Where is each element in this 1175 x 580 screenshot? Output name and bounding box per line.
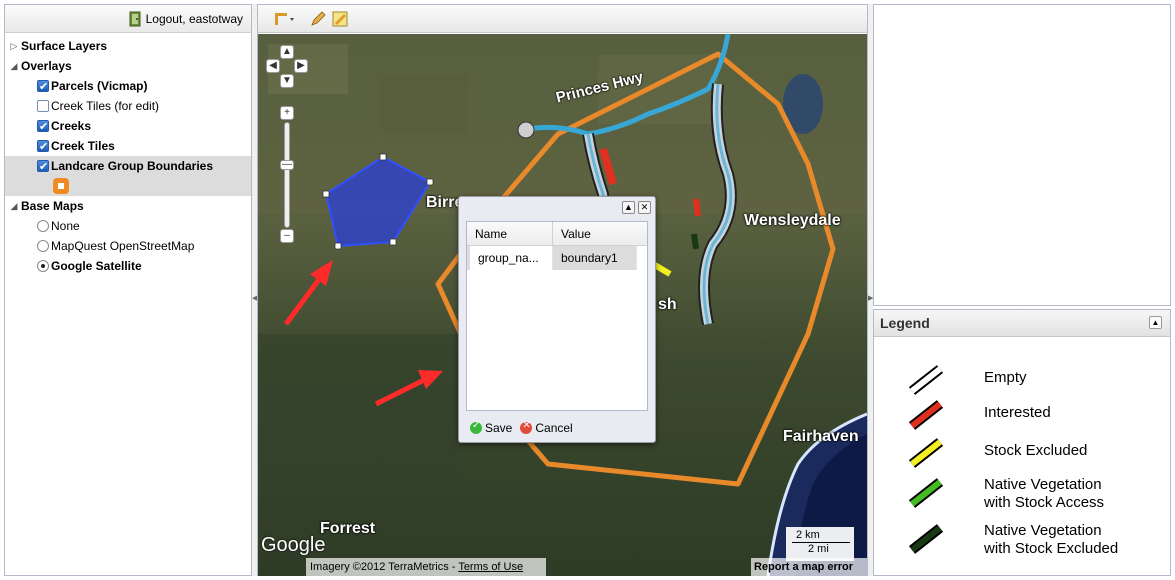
cell-value[interactable]: boundary1: [553, 246, 637, 270]
basemap-label: MapQuest OpenStreetMap: [51, 239, 195, 253]
cell-name: group_na...: [467, 246, 553, 270]
legend-swatch-empty: [908, 365, 944, 395]
info-panel: [873, 4, 1171, 306]
layer-panel-toolbar: Logout, eastotway: [5, 5, 251, 33]
expand-arrow-icon[interactable]: ▷: [9, 36, 19, 56]
zoom-slider-track[interactable]: [284, 122, 290, 228]
save-button[interactable]: ✓ Save: [470, 420, 513, 435]
overlay-label: Parcels (Vicmap): [51, 79, 148, 93]
legend-label: Empty: [984, 369, 1027, 386]
place-label: sh: [658, 296, 677, 313]
collapse-arrow-icon[interactable]: ◢: [9, 196, 19, 216]
tree-label-overlays: Overlays: [21, 59, 72, 73]
checkbox[interactable]: [37, 100, 49, 112]
cancel-icon: ✕: [520, 420, 533, 434]
legend-collapse-button[interactable]: ▲: [1149, 316, 1162, 329]
scale-mi-label: 2 mi: [808, 543, 829, 555]
overlay-creek-tiles[interactable]: Creek Tiles: [5, 136, 251, 157]
cancel-label: Cancel: [535, 421, 573, 435]
overlay-creeks[interactable]: Creeks: [5, 116, 251, 137]
cancel-button[interactable]: ✕ Cancel: [520, 420, 573, 435]
overlay-label: Creek Tiles (for edit): [51, 99, 160, 113]
zoom-out-button[interactable]: –: [280, 229, 294, 243]
feature-attribute-popup: ▲ ✕ Name Value group_na... boundary1 ✓ S…: [458, 196, 656, 443]
layer-style-icon: [53, 178, 69, 194]
legend-header: Legend ▲: [874, 310, 1170, 337]
pan-left-button[interactable]: ◀: [266, 59, 280, 73]
legend-label: Interested: [984, 404, 1051, 421]
legend-swatch-interested: [908, 400, 944, 430]
legend-title: Legend: [880, 315, 930, 331]
edit-polygon-icon[interactable]: [332, 11, 348, 30]
checkbox[interactable]: [37, 137, 49, 157]
attribute-grid: Name Value group_na... boundary1: [466, 221, 648, 411]
checkbox[interactable]: [37, 157, 49, 177]
google-logo: Google: [261, 534, 326, 556]
basemap-label: Google Satellite: [51, 259, 142, 273]
legend-label: Stock Excluded: [984, 442, 1088, 459]
scale-bar: 2 km 2 mi: [786, 527, 854, 561]
legend-swatch-native-veg-stock-excluded: [908, 524, 944, 554]
grid-header: Name Value: [467, 222, 647, 246]
edit-pencil-icon[interactable]: [310, 11, 326, 30]
zoom-in-button[interactable]: +: [280, 106, 294, 120]
popup-header: ▲ ✕: [459, 197, 655, 217]
logout-icon: [127, 11, 143, 27]
attribution-bar: Imagery ©2012 TerraMetrics - Terms of Us…: [306, 558, 546, 576]
checkbox[interactable]: [37, 77, 49, 97]
column-header-value[interactable]: Value: [553, 222, 647, 245]
scale-km-label: 2 km: [796, 529, 820, 541]
tree-node-overlays[interactable]: ◢ Overlays: [5, 56, 251, 76]
zoom-slider-handle[interactable]: —: [280, 160, 294, 170]
legend-label-line2: with Stock Access: [984, 494, 1105, 511]
logout-label: Logout, eastotway: [145, 12, 243, 26]
layer-panel: Logout, eastotway ▷ Surface Layers ◢ Ove…: [4, 4, 252, 576]
radio[interactable]: [37, 240, 49, 252]
terms-of-use-link[interactable]: Terms of Use: [458, 561, 523, 573]
logout-button[interactable]: Logout, eastotway: [127, 11, 243, 27]
place-label: Forrest: [320, 520, 376, 537]
tree-label-base-maps: Base Maps: [21, 199, 84, 213]
layer-tree: ▷ Surface Layers ◢ Overlays Parcels (Vic…: [5, 33, 251, 279]
place-label: Wensleydale: [744, 212, 841, 229]
legend-label-line2: with Stock Excluded: [984, 540, 1119, 557]
measure-tool-icon[interactable]: [274, 11, 296, 30]
report-map-error-link[interactable]: Report a map error: [751, 558, 867, 576]
place-label: Fairhaven: [783, 428, 859, 445]
imagery-credit: Imagery ©2012 TerraMetrics -: [310, 561, 459, 573]
popup-close-button[interactable]: ✕: [638, 201, 651, 214]
popup-collapse-button[interactable]: ▲: [622, 201, 635, 214]
tree-label-surface-layers: Surface Layers: [21, 39, 108, 53]
legend-label: Native Vegetation: [984, 476, 1102, 493]
overlay-creek-tiles-edit[interactable]: Creek Tiles (for edit): [5, 96, 251, 116]
pan-right-button[interactable]: ▶: [294, 59, 308, 73]
basemap-none[interactable]: None: [5, 216, 251, 236]
overlay-landcare-boundaries[interactable]: Landcare Group Boundaries: [5, 156, 251, 196]
pan-up-button[interactable]: ▲: [280, 45, 294, 59]
column-header-name[interactable]: Name: [467, 222, 553, 245]
overlay-label: Creek Tiles: [51, 139, 115, 153]
legend-label: Native Vegetation: [984, 522, 1102, 539]
map-toolbar: [258, 5, 867, 33]
radio[interactable]: [37, 220, 49, 232]
basemap-google-satellite[interactable]: Google Satellite: [5, 256, 251, 276]
overlay-label: Landcare Group Boundaries: [51, 159, 214, 173]
popup-footer: ✓ Save ✕ Cancel: [459, 414, 655, 442]
radio[interactable]: [37, 260, 49, 272]
pan-down-button[interactable]: ▼: [280, 74, 294, 88]
tree-node-base-maps[interactable]: ◢ Base Maps: [5, 196, 251, 216]
overlay-label: Creeks: [51, 119, 92, 133]
checkbox[interactable]: [37, 117, 49, 137]
table-row[interactable]: group_na... boundary1: [467, 246, 647, 270]
tree-node-surface-layers[interactable]: ▷ Surface Layers: [5, 36, 251, 56]
check-icon: ✓: [470, 420, 482, 434]
collapse-arrow-icon[interactable]: ◢: [9, 56, 19, 76]
legend-swatch-stock-excluded: [908, 438, 944, 468]
legend-panel: Legend ▲ Empty Interested Stock Excluded…: [873, 309, 1171, 576]
legend-swatch-native-veg-stock-access: [908, 478, 944, 508]
basemap-mapquest[interactable]: MapQuest OpenStreetMap: [5, 236, 251, 256]
save-label: Save: [485, 421, 513, 435]
basemap-label: None: [51, 219, 80, 233]
overlay-parcels[interactable]: Parcels (Vicmap): [5, 76, 251, 97]
